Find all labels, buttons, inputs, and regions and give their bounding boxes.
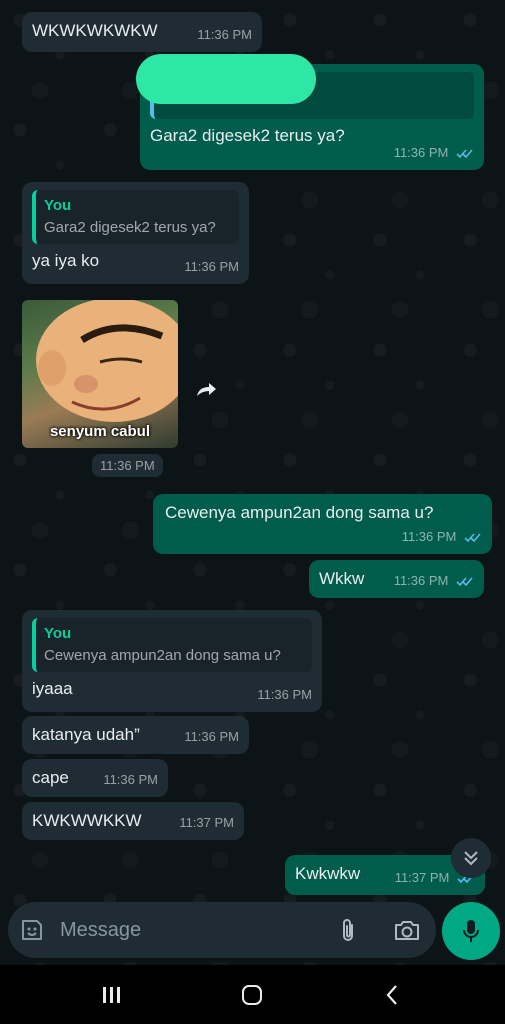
recents-button[interactable]	[92, 981, 132, 1009]
sticker-caption: senyum cabul	[49, 423, 151, 440]
message-text: Wkkw	[319, 569, 365, 588]
message-bubble-incoming[interactable]: You Gara2 digesek2 terus ya? ya iya ko 1…	[22, 182, 249, 284]
camera-button[interactable]	[392, 916, 422, 944]
redaction-mark	[136, 54, 316, 104]
message-input[interactable]: Message	[60, 919, 141, 942]
message-bubble-incoming[interactable]: katanya udah” 11:36 PM	[22, 716, 249, 754]
message-time: 11:36 PM	[257, 687, 312, 702]
quote-author: You	[44, 625, 72, 642]
double-check-icon	[456, 149, 473, 159]
reply-quote[interactable]: You Cewenya ampun2an dong sama u?	[32, 618, 312, 672]
message-time: 11:36 PM	[197, 27, 252, 42]
quote-text: Gara2 digesek2 terus ya?	[44, 219, 216, 236]
back-icon	[386, 985, 397, 1005]
sticker-image[interactable]: senyum cabul	[22, 300, 178, 448]
back-button[interactable]	[372, 981, 412, 1009]
message-bubble-incoming[interactable]: You Cewenya ampun2an dong sama u? iyaaa …	[22, 610, 322, 712]
message-bubble-outgoing[interactable]: Wkkw 11:36 PM	[309, 560, 484, 598]
home-icon	[242, 985, 262, 1005]
message-bubble-incoming[interactable]: cape 11:36 PM	[22, 759, 168, 797]
message-bubble-outgoing[interactable]: Cewenya ampun2an dong sama u? 11:36 PM	[153, 494, 492, 554]
paperclip-icon	[343, 919, 353, 941]
message-time: 11:36 PM	[394, 142, 474, 164]
message-text: WKWKWKWKW	[32, 21, 158, 40]
message-time: 11:36 PM	[184, 729, 239, 744]
message-text: KWKWWKKW	[32, 811, 142, 830]
recents-icon	[103, 987, 120, 1003]
forward-button[interactable]	[190, 372, 224, 406]
message-text: katanya udah”	[32, 725, 140, 744]
reply-quote[interactable]: You Gara2 digesek2 terus ya?	[32, 190, 239, 244]
quote-text: Cewenya ampun2an dong sama u?	[44, 647, 281, 664]
mic-icon	[463, 920, 479, 942]
message-text: Cewenya ampun2an dong sama u?	[165, 503, 434, 522]
message-text: Kwkwkw	[295, 864, 361, 883]
camera-icon	[395, 921, 419, 940]
quote-author: You	[44, 197, 72, 214]
message-composer[interactable]: Message	[8, 902, 436, 958]
message-time: 11:36 PM	[92, 454, 163, 477]
message-bubble-incoming[interactable]: WKWKWKWKW 11:36 PM	[22, 12, 262, 52]
message-time: 11:36 PM	[394, 570, 474, 592]
system-navigation-bar	[0, 965, 505, 1024]
sticker-icon	[22, 920, 42, 940]
forward-icon	[197, 383, 216, 396]
chevrons-down-icon	[464, 851, 478, 866]
message-time: 11:36 PM	[184, 259, 239, 274]
message-time: 11:37 PM	[179, 815, 234, 830]
message-bubble-incoming[interactable]: KWKWWKKW 11:37 PM	[22, 802, 244, 840]
home-button[interactable]	[232, 981, 272, 1009]
sticker-button[interactable]	[18, 916, 46, 944]
message-text: Gara2 digesek2 terus ya?	[150, 126, 345, 145]
message-text: ya iya ko	[32, 251, 100, 270]
message-time: 11:36 PM	[103, 772, 158, 787]
double-check-icon	[456, 577, 473, 587]
attach-button[interactable]	[334, 916, 362, 944]
message-text: cape	[32, 768, 69, 787]
message-text: iyaaa	[32, 679, 73, 698]
message-time: 11:36 PM	[402, 526, 482, 548]
voice-message-button[interactable]	[442, 902, 500, 960]
scroll-to-bottom-button[interactable]	[451, 838, 491, 878]
double-check-icon	[464, 533, 481, 543]
